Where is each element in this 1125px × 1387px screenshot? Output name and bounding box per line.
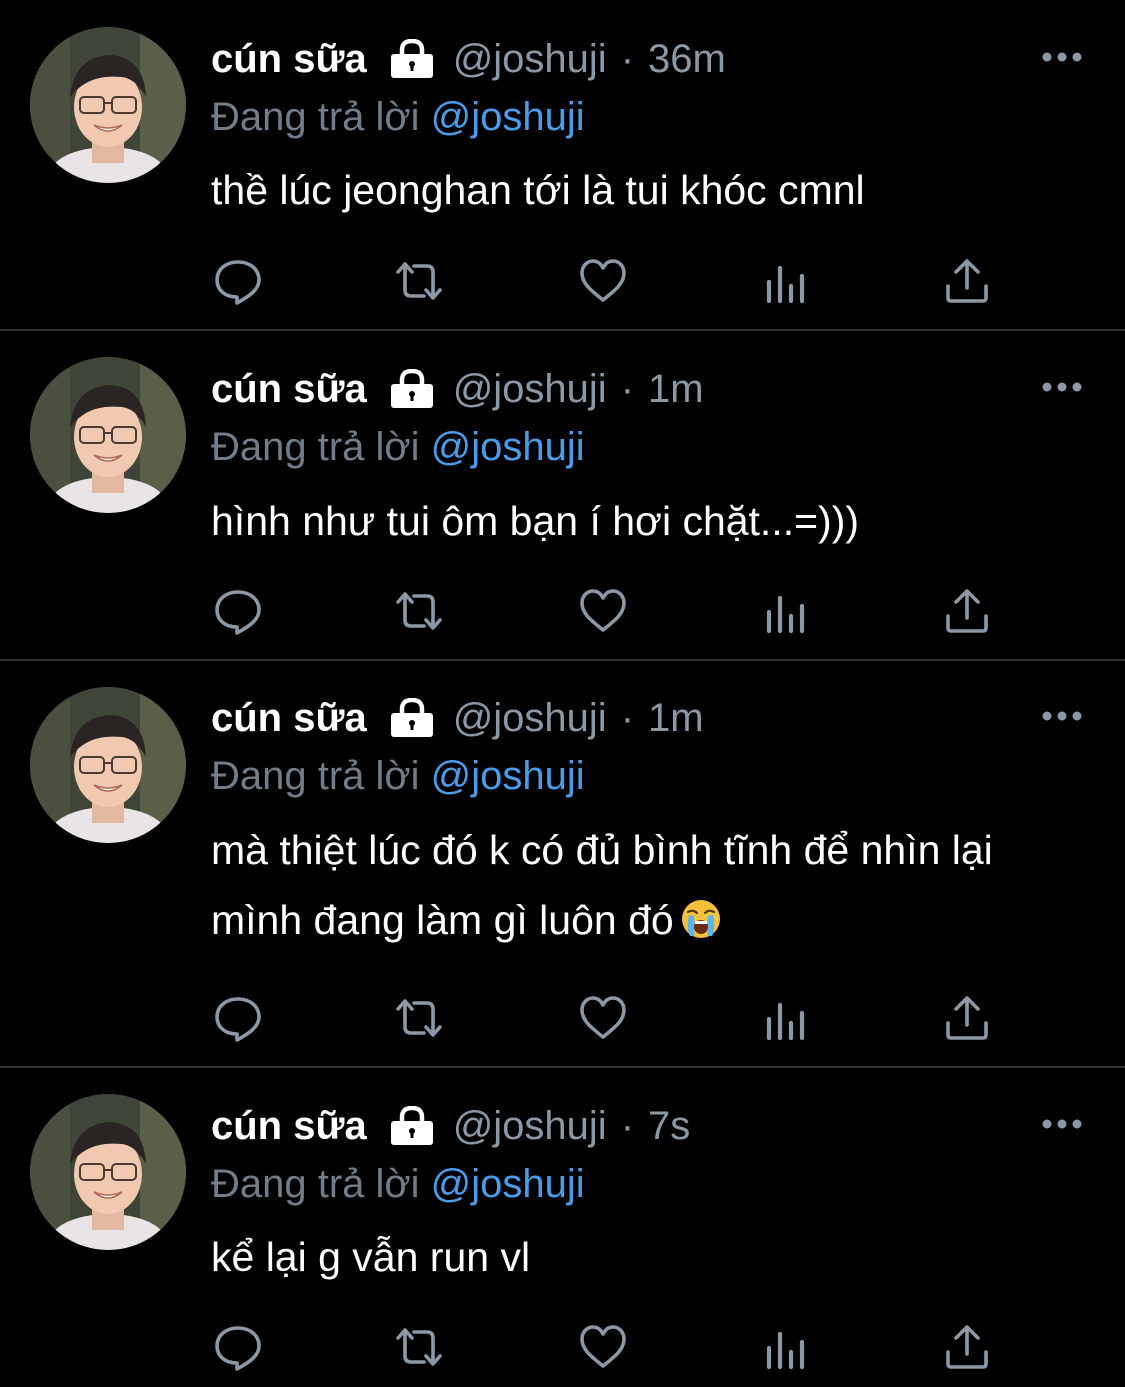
action-bar [0, 256, 1125, 306]
more-options-icon[interactable] [1040, 1117, 1084, 1131]
retweet-icon[interactable] [394, 1322, 444, 1372]
separator-dot: · [620, 37, 635, 81]
like-icon[interactable] [578, 586, 628, 636]
timestamp[interactable]: 36m [648, 33, 726, 85]
action-bar [0, 586, 1125, 636]
share-icon[interactable] [942, 586, 992, 636]
retweet-icon[interactable] [394, 256, 444, 306]
tweet-header: cún sữa @joshuji · 7s [211, 1100, 690, 1152]
tweet[interactable]: cún sữa @joshuji · 36m Đang trả lời @jos… [0, 0, 1125, 330]
tweet[interactable]: cún sữa @joshuji · 7s Đang trả lời @josh… [0, 1068, 1125, 1387]
analytics-icon[interactable] [761, 1322, 811, 1372]
replying-to-handle[interactable]: @joshuji [431, 425, 585, 469]
retweet-icon[interactable] [394, 993, 444, 1043]
reply-icon[interactable] [213, 993, 263, 1043]
display-name[interactable]: cún sữa [211, 1100, 367, 1152]
analytics-icon[interactable] [761, 256, 811, 306]
lock-icon [389, 368, 435, 409]
tweet-timeline: cún sữa @joshuji · 36m Đang trả lời @jos… [0, 0, 1125, 1387]
share-icon[interactable] [942, 256, 992, 306]
like-icon[interactable] [578, 1322, 628, 1372]
replying-to-label: Đang trả lời [211, 95, 420, 139]
tweet-header: cún sữa @joshuji · 1m [211, 692, 704, 744]
replying-to-line: Đang trả lời @joshuji [211, 421, 585, 473]
profile-photo [30, 357, 186, 513]
reply-icon[interactable] [213, 256, 263, 306]
profile-photo [30, 1094, 186, 1250]
display-name[interactable]: cún sữa [211, 692, 367, 744]
handle[interactable]: @joshuji [453, 33, 607, 85]
tweet-text: kể lại g vẫn run vl [211, 1234, 531, 1280]
separator-dot: · [620, 696, 635, 740]
handle[interactable]: @joshuji [453, 692, 607, 744]
replying-to-label: Đang trả lời [211, 425, 420, 469]
tweet[interactable]: cún sữa @joshuji · 1m Đang trả lời @josh… [0, 331, 1125, 660]
tweet[interactable]: cún sữa @joshuji · 1m Đang trả lời @josh… [0, 661, 1125, 1067]
separator-dot: · [620, 367, 635, 411]
share-icon[interactable] [942, 993, 992, 1043]
avatar[interactable] [30, 687, 186, 843]
replying-to-label: Đang trả lời [211, 1162, 420, 1206]
profile-photo [30, 687, 186, 843]
replying-to-line: Đang trả lời @joshuji [211, 1158, 585, 1210]
more-options-icon[interactable] [1040, 50, 1084, 64]
timestamp[interactable]: 7s [648, 1100, 690, 1152]
replying-to-handle[interactable]: @joshuji [431, 1162, 585, 1206]
lock-icon [389, 38, 435, 79]
display-name[interactable]: cún sữa [211, 33, 367, 85]
lock-icon [389, 697, 435, 738]
like-icon[interactable] [578, 256, 628, 306]
handle[interactable]: @joshuji [453, 1100, 607, 1152]
replying-to-line: Đang trả lời @joshuji [211, 91, 585, 143]
retweet-icon[interactable] [394, 586, 444, 636]
analytics-icon[interactable] [761, 586, 811, 636]
timestamp[interactable]: 1m [648, 692, 704, 744]
like-icon[interactable] [578, 993, 628, 1043]
tweet-text: mà thiệt lúc đó k có đủ bình tĩnh để nhì… [211, 815, 1061, 955]
replying-to-label: Đang trả lời [211, 754, 420, 798]
tweet-text-content: mà thiệt lúc đó k có đủ bình tĩnh để nhì… [211, 827, 993, 943]
separator-dot: · [620, 1104, 635, 1148]
replying-to-handle[interactable]: @joshuji [431, 754, 585, 798]
lock-icon [389, 1105, 435, 1146]
action-bar [0, 993, 1125, 1043]
tweet-text: hình như tui ôm bạn í hơi chặt...=))) [211, 498, 860, 544]
handle[interactable]: @joshuji [453, 363, 607, 415]
share-icon[interactable] [942, 1322, 992, 1372]
tweet-header: cún sữa @joshuji · 1m [211, 363, 704, 415]
timestamp[interactable]: 1m [648, 363, 704, 415]
tweet-header: cún sữa @joshuji · 36m [211, 33, 726, 85]
display-name[interactable]: cún sữa [211, 363, 367, 415]
reply-icon[interactable] [213, 586, 263, 636]
action-bar [0, 1322, 1125, 1372]
loudly-crying-face-emoji [680, 891, 722, 938]
replying-to-line: Đang trả lời @joshuji [211, 750, 585, 802]
replying-to-handle[interactable]: @joshuji [431, 95, 585, 139]
profile-photo [30, 27, 186, 183]
analytics-icon[interactable] [761, 993, 811, 1043]
reply-icon[interactable] [213, 1322, 263, 1372]
more-options-icon[interactable] [1040, 380, 1084, 394]
more-options-icon[interactable] [1040, 709, 1084, 723]
avatar[interactable] [30, 27, 186, 183]
tweet-text: thề lúc jeonghan tới là tui khóc cmnl [211, 167, 865, 213]
avatar[interactable] [30, 1094, 186, 1250]
avatar[interactable] [30, 357, 186, 513]
